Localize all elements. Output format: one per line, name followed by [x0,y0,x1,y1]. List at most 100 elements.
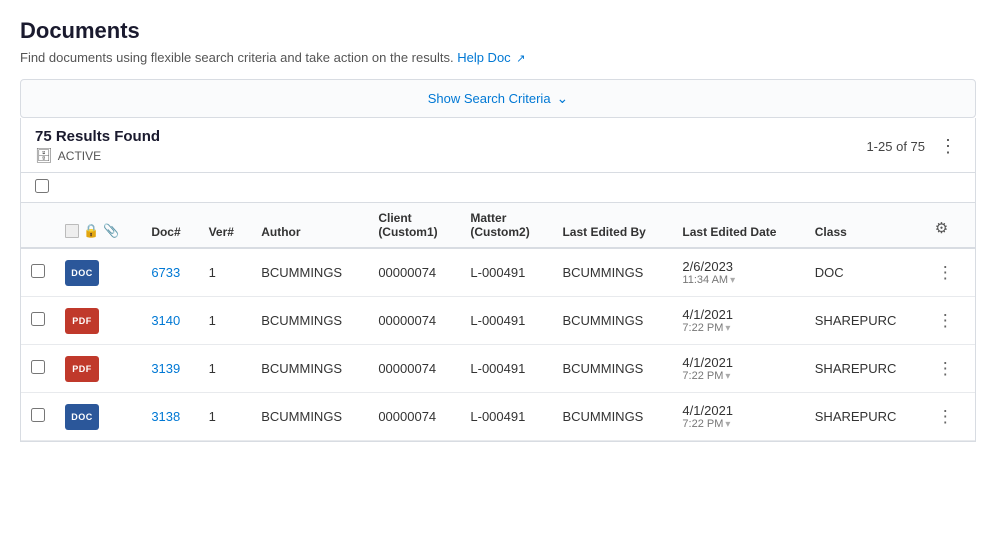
page-subtitle: Find documents using flexible search cri… [20,50,976,65]
row-checkbox-cell [21,297,55,345]
date-dropdown-icon: ▾ [725,371,730,382]
row-class-cell: SHAREPURC [805,393,923,441]
row-last-edited-date-cell: 4/1/2021 7:22 PM ▾ [672,297,804,345]
row-more-options-cell: ⋮ [923,345,975,393]
help-doc-label: Help Doc [457,50,510,65]
row-client-cell: 00000074 [368,297,460,345]
th-class: Class [805,203,923,248]
file-type-icon: PDF [65,356,99,382]
doc-type-icon [65,224,79,238]
row-matter-cell: L-000491 [460,297,552,345]
date-secondary: 7:22 PM ▾ [682,322,794,334]
row-file-icon-cell: DOC [55,248,141,297]
status-badge: ACTIVE [58,149,101,163]
results-count: 75 Results Found [35,128,160,145]
row-more-options-button[interactable]: ⋮ [933,406,958,427]
results-left-section: 75 Results Found 🗄 ACTIVE [35,128,160,164]
row-checkbox-cell [21,248,55,297]
row-checkbox-1[interactable] [31,312,45,326]
show-search-criteria-button[interactable]: Show Search Criteria ⌄ [428,90,569,107]
row-last-edited-date-cell: 4/1/2021 7:22 PM ▾ [672,393,804,441]
results-right-section: 1-25 of 75 ⋮ [866,135,961,157]
row-last-edited-by-cell: BCUMMINGS [552,248,672,297]
doc-number-link[interactable]: 3138 [151,409,180,424]
date-secondary: 7:22 PM ▾ [682,370,794,382]
table-row: PDF 3140 1 BCUMMINGS 00000074 L-000491 B… [21,297,975,345]
row-version-cell: 1 [199,297,252,345]
row-matter-cell: L-000491 [460,248,552,297]
row-last-edited-date-cell: 4/1/2021 7:22 PM ▾ [672,345,804,393]
row-more-options-cell: ⋮ [923,393,975,441]
th-author: Author [251,203,368,248]
results-more-options-button[interactable]: ⋮ [935,135,961,157]
file-type-icon: DOC [65,260,99,286]
row-last-edited-date-cell: 2/6/2023 11:34 AM ▾ [672,248,804,297]
documents-table-section: 🔒 📎 Doc# Ver# Author Client (Custom1) Ma… [20,203,976,442]
row-checkbox-cell [21,345,55,393]
row-file-icon-cell: DOC [55,393,141,441]
th-version: Ver# [199,203,252,248]
th-last-edited-by: Last Edited By [552,203,672,248]
row-version-cell: 1 [199,345,252,393]
show-search-label: Show Search Criteria [428,91,551,106]
th-matter: Matter (Custom2) [460,203,552,248]
row-class-cell: SHAREPURC [805,345,923,393]
row-doc-number-cell: 6733 [141,248,198,297]
row-checkbox-0[interactable] [31,264,45,278]
pagination-label: 1-25 of 75 [866,139,925,154]
table-row: PDF 3139 1 BCUMMINGS 00000074 L-000491 B… [21,345,975,393]
th-file-type-icon: 🔒 📎 [55,203,141,248]
row-file-icon-cell: PDF [55,345,141,393]
table-header-row: 🔒 📎 Doc# Ver# Author Client (Custom1) Ma… [21,203,975,248]
th-checkbox [21,203,55,248]
doc-number-link[interactable]: 6733 [151,265,180,280]
row-client-cell: 00000074 [368,393,460,441]
row-doc-number-cell: 3140 [141,297,198,345]
row-class-cell: SHAREPURC [805,297,923,345]
select-all-checkbox[interactable] [35,179,49,193]
th-client: Client (Custom1) [368,203,460,248]
doc-number-link[interactable]: 3140 [151,313,180,328]
row-more-options-button[interactable]: ⋮ [933,358,958,379]
external-link-icon: ↗ [516,53,525,65]
row-author-cell: BCUMMINGS [251,345,368,393]
row-doc-number-cell: 3139 [141,345,198,393]
table-settings-button[interactable]: ⚙ [933,217,950,239]
row-more-options-button[interactable]: ⋮ [933,310,958,331]
date-dropdown-icon: ▾ [725,419,730,430]
results-header: 75 Results Found 🗄 ACTIVE 1-25 of 75 ⋮ [20,118,976,173]
row-file-icon-cell: PDF [55,297,141,345]
table-row: DOC 6733 1 BCUMMINGS 00000074 L-000491 B… [21,248,975,297]
row-matter-cell: L-000491 [460,393,552,441]
row-last-edited-by-cell: BCUMMINGS [552,297,672,345]
subtitle-text: Find documents using flexible search cri… [20,50,454,65]
date-primary: 4/1/2021 [682,355,794,370]
row-author-cell: BCUMMINGS [251,248,368,297]
row-last-edited-by-cell: BCUMMINGS [552,345,672,393]
row-checkbox-cell [21,393,55,441]
chevron-down-icon: ⌄ [557,90,569,107]
search-criteria-bar: Show Search Criteria ⌄ [20,79,976,118]
row-checkbox-3[interactable] [31,408,45,422]
row-author-cell: BCUMMINGS [251,393,368,441]
row-matter-cell: L-000491 [460,345,552,393]
date-primary: 4/1/2021 [682,403,794,418]
row-class-cell: DOC [805,248,923,297]
th-client-sub: (Custom1) [378,225,450,239]
date-secondary: 7:22 PM ▾ [682,418,794,430]
help-doc-link[interactable]: Help Doc ↗ [457,50,525,65]
row-checkbox-2[interactable] [31,360,45,374]
row-doc-number-cell: 3138 [141,393,198,441]
row-more-options-cell: ⋮ [923,248,975,297]
row-client-cell: 00000074 [368,248,460,297]
table-row: DOC 3138 1 BCUMMINGS 00000074 L-000491 B… [21,393,975,441]
doc-number-link[interactable]: 3139 [151,361,180,376]
row-author-cell: BCUMMINGS [251,297,368,345]
select-all-row [20,173,976,203]
results-status: 🗄 ACTIVE [35,147,160,164]
row-version-cell: 1 [199,248,252,297]
row-more-options-cell: ⋮ [923,297,975,345]
row-version-cell: 1 [199,393,252,441]
row-client-cell: 00000074 [368,345,460,393]
row-more-options-button[interactable]: ⋮ [933,262,958,283]
